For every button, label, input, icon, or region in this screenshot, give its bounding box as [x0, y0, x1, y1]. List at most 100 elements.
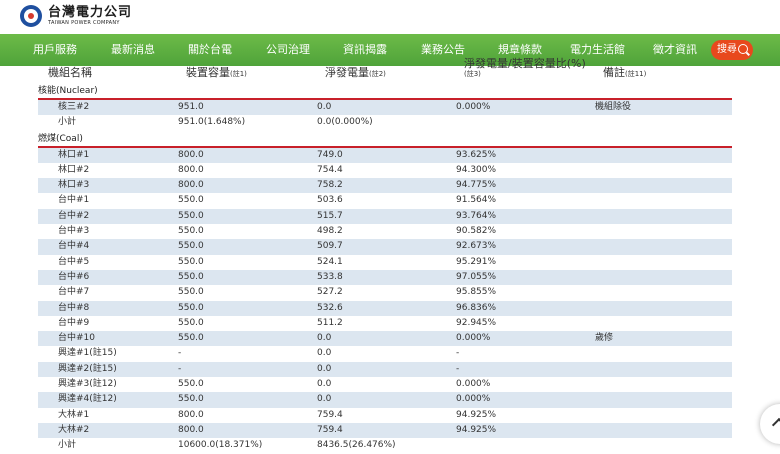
cell-name: 興達#2(註15) — [58, 363, 117, 374]
generation-table: 核能(Nuclear) 核三#2 951.0 0.0 0.000% 機組除役 小計 951.0… — [38, 83, 732, 454]
cell-name: 小計 — [58, 117, 77, 128]
table-row: 台中#9 550.0 511.2 92.945% — [38, 316, 732, 331]
cell-ratio: 94.925% — [456, 409, 497, 420]
cell-ratio: 92.945% — [456, 317, 497, 328]
col-header-capacity-note: (註1) — [230, 70, 247, 78]
cell-name: 台中#5 — [58, 256, 90, 267]
cell-capacity: 550.0 — [178, 317, 204, 328]
cell-capacity: 10600.0(18.371%) — [178, 440, 263, 451]
table-row: 小計 10600.0(18.371%) 8436.5(26.476%) — [38, 438, 732, 453]
section-title: 核能(Nuclear) — [38, 83, 732, 100]
cell-capacity: 550.0 — [178, 302, 204, 313]
table-row: 台中#10 550.0 0.0 0.000% 歲修 — [38, 331, 732, 347]
cell-name: 台中#1 — [58, 195, 90, 206]
nav-item-about[interactable]: 關於台電 — [188, 34, 232, 66]
cell-name: 台中#10 — [58, 333, 95, 344]
cell-net: 8436.5(26.476%) — [317, 440, 396, 451]
cell-net: 511.2 — [317, 317, 343, 328]
nav-item-governance[interactable]: 公司治理 — [266, 34, 310, 66]
cell-capacity: 951.0(1.648%) — [178, 117, 246, 128]
cell-name: 台中#3 — [58, 226, 90, 237]
cell-net: 515.7 — [317, 210, 343, 221]
section-title: 燃煤(Coal) — [38, 131, 732, 148]
table-row: 台中#8 550.0 532.6 96.836% — [38, 300, 732, 316]
cell-capacity: 800.0 — [178, 180, 204, 191]
cell-ratio: 95.855% — [456, 287, 497, 298]
search-icon — [738, 44, 748, 54]
col-header-remark-text: 備註 — [603, 66, 625, 79]
cell-net: 0.0 — [317, 333, 332, 344]
table-row: 興達#4(註12) 550.0 0.0 0.000% — [38, 392, 732, 408]
col-header-net-note: (註2) — [369, 70, 386, 78]
cell-net: 532.6 — [317, 302, 343, 313]
search-button[interactable]: 搜尋 — [711, 40, 753, 60]
table-row: 台中#6 550.0 533.8 97.055% — [38, 269, 732, 286]
cell-capacity: 550.0 — [178, 271, 204, 282]
cell-capacity: 550.0 — [178, 256, 204, 267]
cell-net: 0.0(0.000%) — [317, 117, 373, 128]
cell-name: 大林#2 — [58, 424, 90, 435]
nav-item-announcements[interactable]: 業務公告 — [421, 34, 465, 66]
logo-chinese-name: 台灣電力公司 — [48, 5, 133, 20]
cell-ratio: 0.000% — [456, 394, 491, 405]
cell-net: 759.4 — [317, 409, 343, 420]
col-header-capacity-text: 裝置容量 — [186, 66, 230, 79]
cell-ratio: 91.564% — [456, 195, 497, 206]
cell-net: 758.2 — [317, 180, 343, 191]
cell-capacity: 550.0 — [178, 226, 204, 237]
nav-item-careers[interactable]: 徵才資訊 — [653, 34, 697, 66]
taipower-emblem-icon — [20, 5, 42, 27]
table-row: 興達#3(註12) 550.0 0.0 0.000% — [38, 377, 732, 392]
table-row: 林口#3 800.0 758.2 94.775% — [38, 178, 732, 194]
cell-capacity: 550.0 — [178, 394, 204, 405]
cell-ratio: 94.775% — [456, 180, 497, 191]
cell-ratio: - — [456, 363, 460, 374]
nav-item-customer-service[interactable]: 用戶服務 — [33, 34, 77, 66]
cell-ratio: 93.625% — [456, 149, 497, 160]
cell-capacity: 550.0 — [178, 210, 204, 221]
cell-name: 核三#2 — [58, 102, 90, 112]
table-row: 大林#1 800.0 759.4 94.925% — [38, 408, 732, 423]
cell-ratio: 93.764% — [456, 210, 497, 221]
cell-name: 台中#6 — [58, 271, 90, 282]
cell-ratio: - — [456, 348, 460, 359]
logo-english-name: TAIWAN POWER COMPANY — [48, 20, 120, 26]
cell-name: 台中#8 — [58, 302, 90, 313]
table-row: 林口#2 800.0 754.4 94.300% — [38, 163, 732, 178]
scroll-to-top-button[interactable] — [760, 404, 780, 444]
cell-capacity: - — [178, 348, 182, 359]
cell-net: 533.8 — [317, 271, 343, 282]
cell-net: 754.4 — [317, 164, 343, 175]
cell-capacity: 800.0 — [178, 424, 204, 435]
nav-item-news[interactable]: 最新消息 — [111, 34, 155, 66]
cell-capacity: 800.0 — [178, 409, 204, 420]
table-row: 林口#1 800.0 749.0 93.625% — [38, 147, 732, 163]
cell-capacity: 550.0 — [178, 195, 204, 206]
cell-name: 林口#2 — [58, 164, 90, 175]
table-row: 台中#2 550.0 515.7 93.764% — [38, 208, 732, 225]
table-row: 台中#7 550.0 527.2 95.855% — [38, 285, 732, 300]
cell-net: 0.0 — [317, 363, 332, 374]
cell-capacity: 550.0 — [178, 241, 204, 252]
table-row: 台中#5 550.0 524.1 95.291% — [38, 255, 732, 270]
cell-net: 0.0 — [317, 102, 332, 112]
cell-ratio: 96.836% — [456, 302, 497, 313]
table-row: 大林#2 800.0 759.4 94.925% — [38, 422, 732, 439]
cell-name: 林口#1 — [58, 149, 90, 160]
cell-ratio: 95.291% — [456, 256, 497, 267]
cell-capacity: 951.0 — [178, 102, 204, 112]
cell-capacity: 800.0 — [178, 164, 204, 175]
nav-item-disclosure[interactable]: 資訊揭露 — [343, 34, 387, 66]
search-label: 搜尋 — [717, 44, 737, 55]
cell-net: 759.4 — [317, 424, 343, 435]
cell-ratio: 0.000% — [456, 333, 491, 344]
cell-net: 498.2 — [317, 226, 343, 237]
cell-net: 509.7 — [317, 241, 343, 252]
cell-name: 興達#4(註12) — [58, 394, 117, 405]
table-row: 小計 951.0(1.648%) 0.0(0.000%) — [38, 115, 732, 130]
cell-net: 527.2 — [317, 287, 343, 298]
cell-name: 台中#2 — [58, 210, 90, 221]
taipower-logo[interactable]: 台灣電力公司 TAIWAN POWER COMPANY — [20, 5, 132, 27]
cell-net: 0.0 — [317, 379, 332, 390]
cell-name: 小計 — [58, 440, 77, 451]
